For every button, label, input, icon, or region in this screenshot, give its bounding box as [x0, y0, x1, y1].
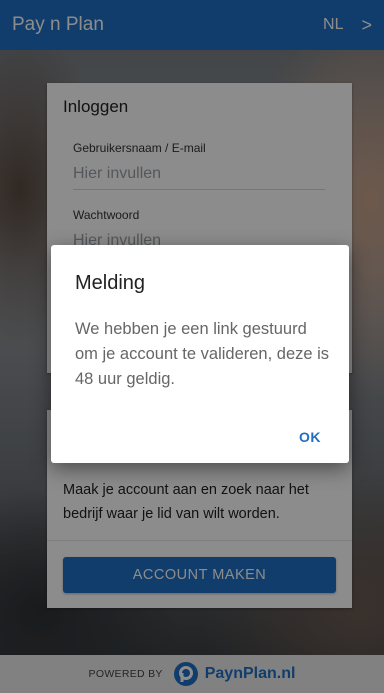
notification-dialog: Melding We hebben je een link gestuurd o… — [51, 245, 349, 463]
dialog-title: Melding — [75, 272, 146, 294]
dialog-message: We hebben je een link gestuurd om je acc… — [75, 320, 330, 388]
ok-button[interactable]: OK — [293, 425, 327, 449]
